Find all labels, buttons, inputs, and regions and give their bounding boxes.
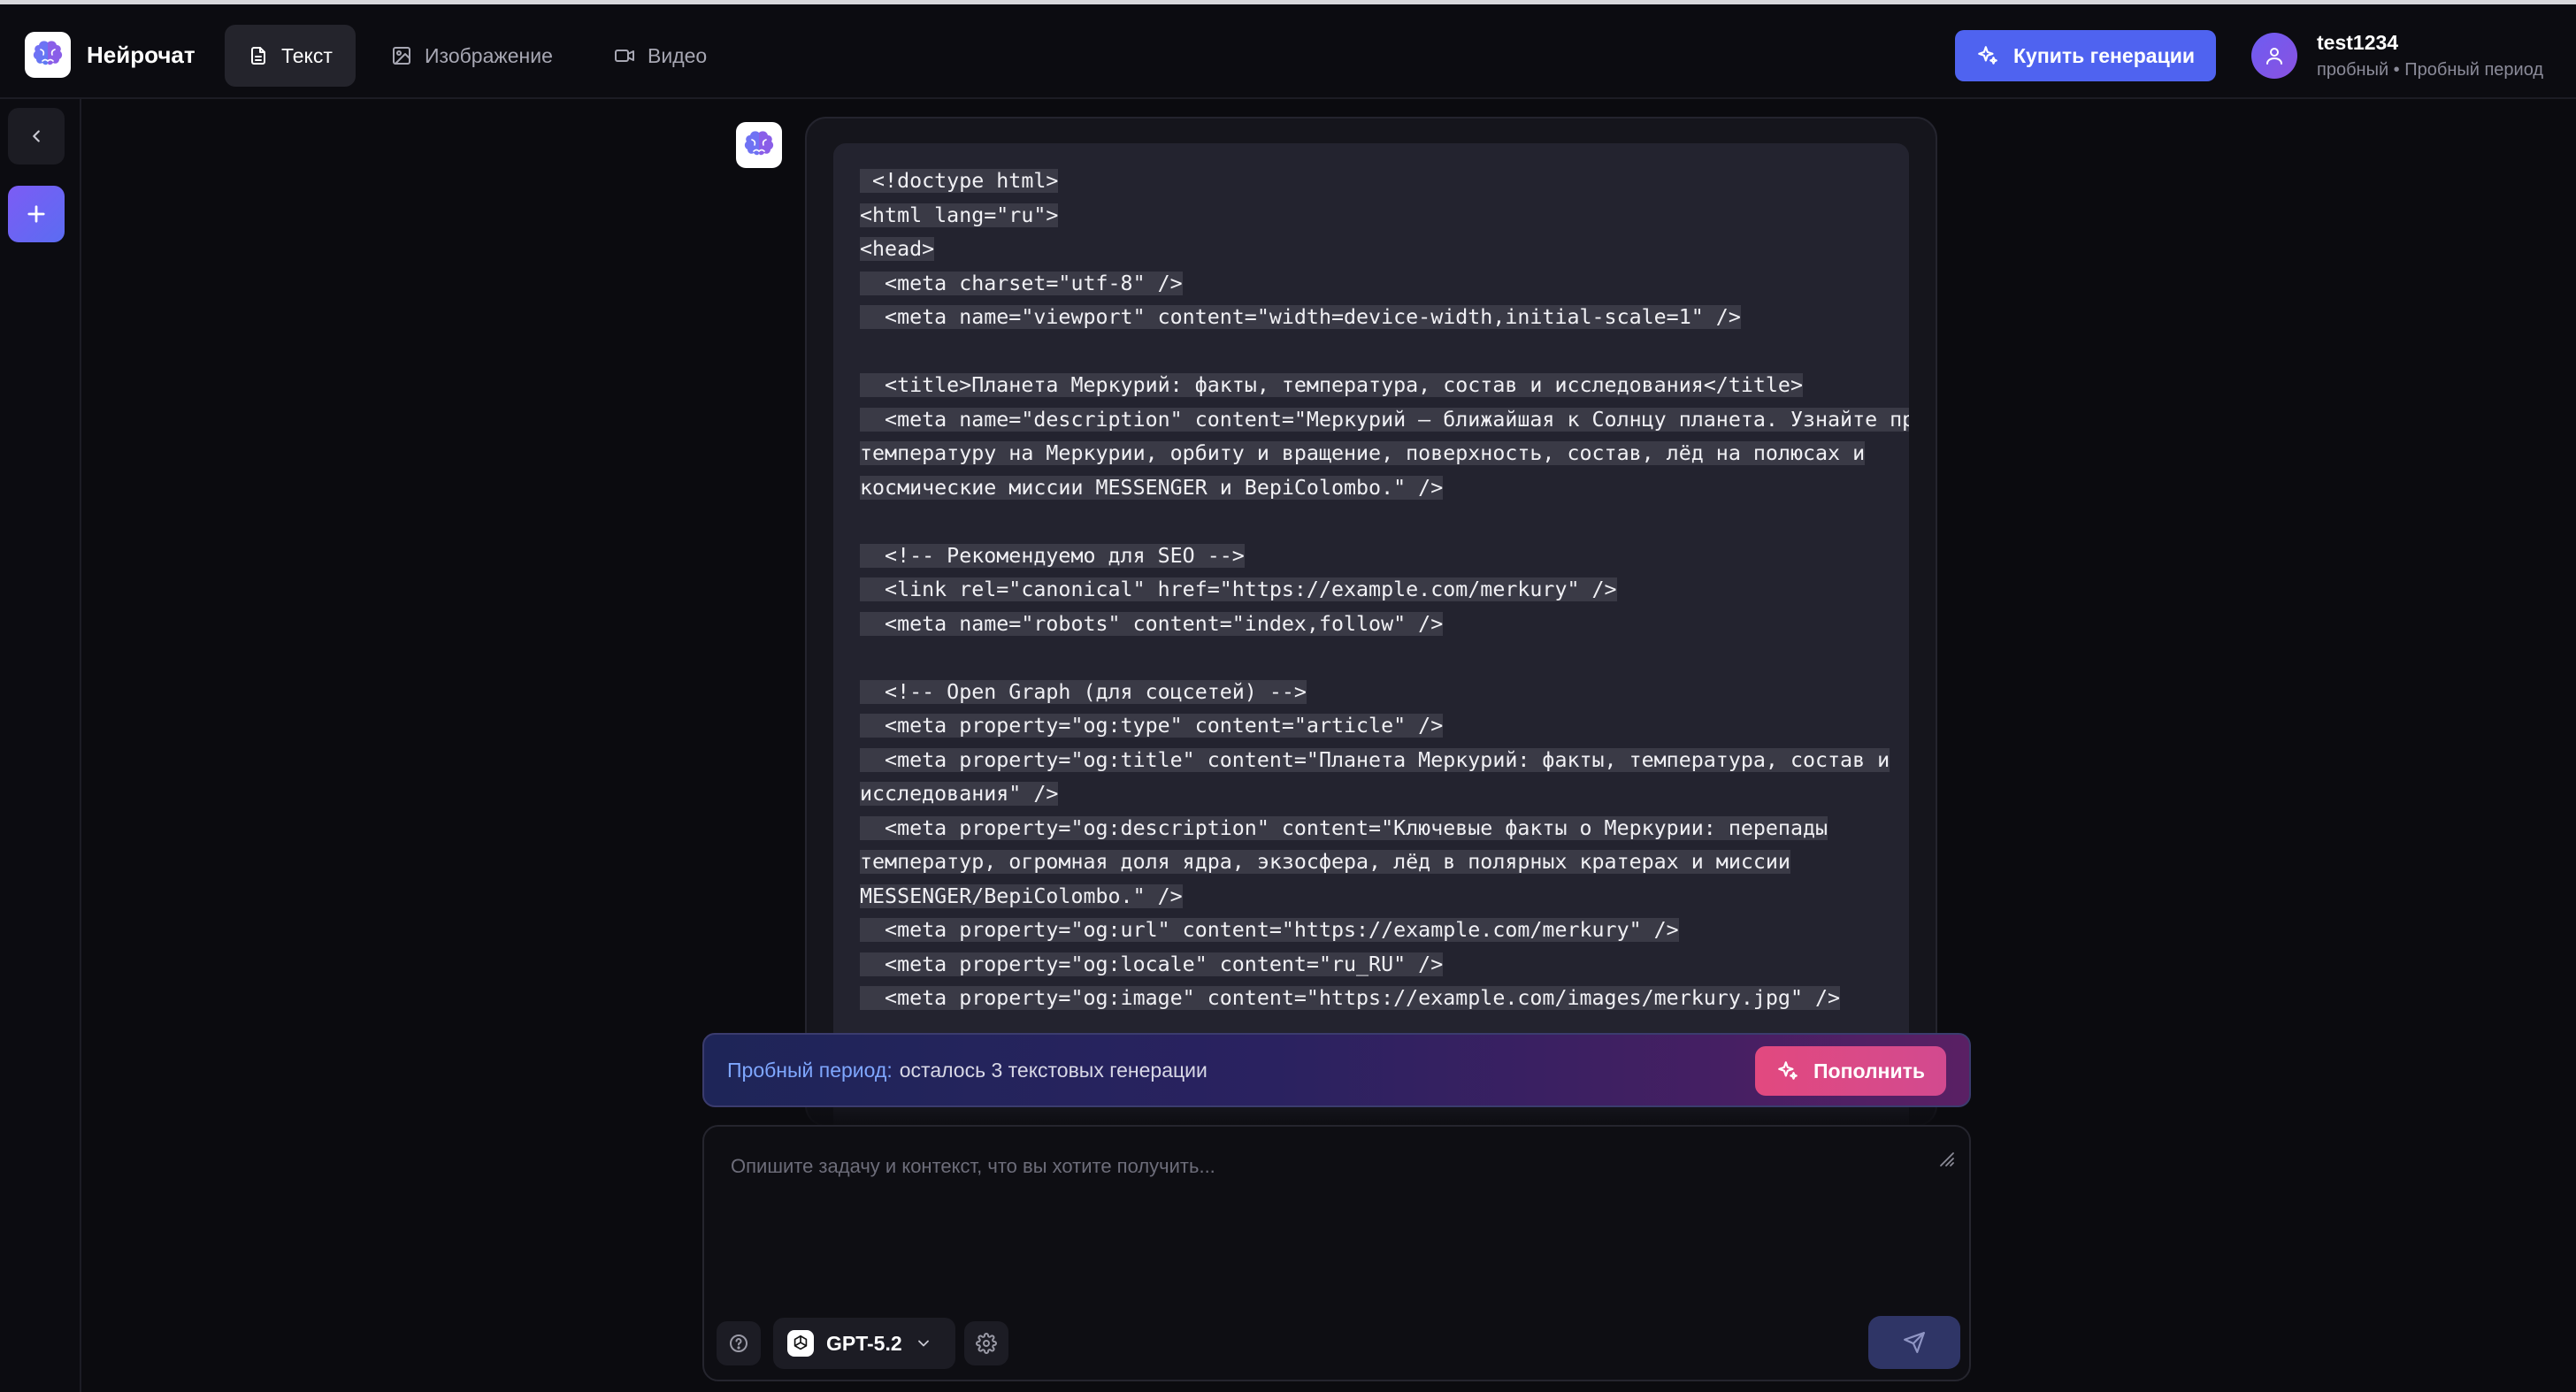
trial-banner: Пробный период: осталось 3 текстовых ген… [702,1033,1971,1107]
code-line-text: <link rel="canonical" href="https://exam… [860,577,1617,601]
model-selector[interactable]: GPT-5.2 [773,1318,955,1369]
code-line-text: <meta property="og:locale" content="ru_R… [860,952,1444,976]
document-icon [251,47,265,65]
code-line-text: космические миссии MESSENGER и BepiColom… [860,475,1444,500]
scroll-fade [702,1107,1971,1127]
collapse-sidebar-button[interactable] [8,108,65,164]
code-line-text: <meta property="og:type" content="articl… [860,714,1444,738]
code-line: температур, огромная доля ядра, экзосфер… [860,845,1893,880]
tab-image[interactable]: Изображение [368,25,576,87]
gear-icon [976,1333,997,1354]
code-line-text: <meta property="og:url" content="https:/… [860,918,1679,942]
code-line-text: <head> [860,237,935,261]
top-bar: Нейрочат Текст Изображение Видео Купить … [0,0,2576,99]
code-line-text: <!-- Рекомендуемо для SEO --> [860,543,1245,568]
code-line-text: <title>Планета Меркурий: факты, температ… [860,373,1803,397]
brand[interactable]: Нейрочат [25,30,196,80]
code-line: температуру на Меркурии, орбиту и вращен… [860,437,1893,471]
code-line: <meta property="og:image" content="https… [860,982,1893,1016]
new-chat-button[interactable] [8,186,65,242]
tab-label: Видео [648,43,708,67]
code-line: <meta property="og:url" content="https:/… [860,914,1893,948]
send-button[interactable] [1868,1316,1960,1369]
code-line: <meta name="viewport" content="width=dev… [860,301,1893,335]
code-line: <meta name="description" content="Меркур… [860,403,1909,438]
code-line: <meta charset="utf-8" /> [860,267,1893,302]
code-line: <meta property="og:locale" content="ru_R… [860,948,1893,983]
code-line-text: MESSENGER/BepiColombo." /> [860,883,1183,908]
code-line: <meta property="og:title" content="Плане… [860,744,1893,778]
code-line: MESSENGER/BepiColombo." /> [860,880,1893,914]
user-menu[interactable]: test1234 пробный • Пробный период [2251,31,2543,80]
code-block[interactable]: <!doctype html> <html lang="ru"> <head> <m… [833,143,1909,1125]
code-line: исследования" /> [860,777,1893,812]
user-plan: пробный • Пробный период [2317,60,2544,80]
avatar[interactable] [2251,33,2297,79]
chevron-down-icon [917,1340,929,1347]
topup-label: Пополнить [1813,1059,1925,1082]
sparkles-icon [1978,46,1997,65]
chevron-left-icon [33,130,40,142]
code-line-text: температуру на Меркурии, орбиту и вращен… [860,441,1866,465]
code-line: <link rel="canonical" href="https://exam… [860,573,1893,608]
code-line-text: <meta property="og:title" content="Плане… [860,747,1890,772]
code-line: <title>Планета Меркурий: факты, температ… [860,369,1893,403]
brain-logo-icon [25,32,71,78]
code-line: <!-- Рекомендуемо для SEO --> [860,539,1893,574]
tab-label: Изображение [425,43,553,67]
code-line-text: температур, огромная доля ядра, экзосфер… [860,850,1790,874]
tab-label: Текст [281,43,333,67]
code-line-text: <meta name="description" content="Меркур… [860,407,1909,432]
brain-logo-icon [744,131,774,156]
code-line-text: <meta property="og:description" content=… [860,815,1828,840]
code-line-text: <meta name="viewport" content="width=dev… [860,305,1741,329]
assistant-message: <!doctype html> <html lang="ru"> <head> <m… [805,117,1937,1127]
code-line-text: <!doctype html> [860,169,1059,193]
tab-text[interactable]: Текст [225,25,356,87]
prompt-input[interactable] [731,1155,1881,1178]
code-line: <meta name="robots" content="index,follo… [860,608,1893,642]
help-icon [730,1335,748,1352]
code-line: <html lang="ru"> [860,199,1893,233]
code-line: <meta property="og:type" content="articl… [860,709,1893,744]
code-line: <meta property="og:description" content=… [860,812,1893,846]
code-line-text: <meta name="robots" content="index,follo… [860,611,1444,636]
image-icon [393,47,410,65]
model-name: GPT-5.2 [826,1331,902,1355]
send-icon [1904,1332,1925,1353]
sidebar [0,99,81,1392]
topup-button[interactable]: Пополнить [1755,1046,1946,1096]
video-icon [615,50,634,62]
code-line-text: <!-- Open Graph (для соцсетей) --> [860,679,1307,704]
app-name: Нейрочат [87,41,196,68]
code-line-text: <html lang="ru"> [860,203,1059,227]
composer: GPT-5.2 [702,1125,1971,1381]
settings-button[interactable] [964,1321,1008,1365]
trial-remaining-text: осталось 3 текстовых генерации [899,1058,1208,1082]
sparkles-icon [1778,1061,1798,1080]
code-line: <!-- Open Graph (для соцсетей) --> [860,676,1893,710]
resize-handle-icon[interactable] [1936,1148,1955,1167]
trial-label: Пробный период: [727,1058,893,1082]
code-line: <head> [860,233,1893,267]
code-line-text: <meta property="og:image" content="https… [860,986,1841,1010]
tab-video[interactable]: Видео [591,25,730,87]
help-button[interactable] [717,1321,761,1365]
openai-icon [787,1330,814,1357]
plus-icon [27,205,45,223]
code-line: космические миссии MESSENGER и BepiColom… [860,471,1893,506]
user-name: test1234 [2317,31,2399,54]
buy-generations-label: Купить генерации [2013,43,2195,67]
code-line-text: исследования" /> [860,782,1059,806]
user-icon [2266,48,2282,65]
assistant-avatar [736,122,782,168]
buy-generations-button[interactable]: Купить генерации [1955,30,2216,81]
code-line-text: <meta charset="utf-8" /> [860,271,1183,295]
code-line: <!doctype html> [860,164,1893,199]
